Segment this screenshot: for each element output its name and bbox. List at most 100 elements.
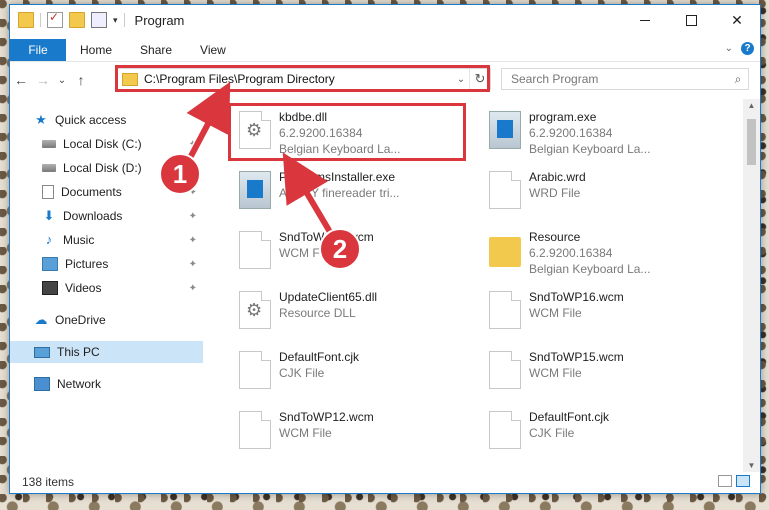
- new-folder-icon[interactable]: [69, 12, 85, 28]
- file-type: WRD File: [529, 186, 581, 200]
- view-properties-icon[interactable]: [91, 12, 107, 28]
- file-type: WCM File: [529, 306, 582, 320]
- window-title: Program: [134, 12, 185, 28]
- expand-ribbon-chevron-icon[interactable]: ⌄: [725, 43, 733, 54]
- status-bar: 138 items: [10, 471, 760, 493]
- file-icon: [489, 291, 521, 329]
- help-icon[interactable]: ?: [741, 42, 754, 55]
- file-type: CJK File: [529, 426, 575, 440]
- drive-icon: [42, 164, 56, 172]
- sidebar-item-pictures[interactable]: Pictures ✦: [10, 253, 203, 275]
- pin-icon: ✦: [188, 282, 197, 294]
- sidebar-item-downloads[interactable]: ⬇ Downloads ✦: [10, 205, 203, 227]
- sidebar-item-label: Pictures: [65, 257, 109, 271]
- sidebar-item-label: Network: [57, 377, 102, 391]
- file-name: SndToWP15.wcm: [529, 350, 624, 364]
- vertical-scrollbar[interactable]: ▲ ▼: [743, 99, 760, 472]
- tab-file[interactable]: File: [10, 39, 66, 61]
- sidebar-item-label: Music: [63, 233, 95, 247]
- forward-button[interactable]: →: [32, 72, 54, 88]
- close-button[interactable]: ✕: [714, 5, 760, 35]
- properties-check-icon[interactable]: [47, 10, 63, 28]
- search-box[interactable]: Search Program ⌕: [501, 68, 749, 90]
- recent-locations-button[interactable]: ⌄: [54, 75, 70, 86]
- kbdbe-dll-highlight: [228, 103, 466, 161]
- step-badge-1: 1: [159, 153, 201, 195]
- step-badge-2: 2: [319, 228, 361, 270]
- ribbon-tabs: File Home Share View ⌄ ?: [10, 39, 760, 62]
- star-icon: ★: [35, 112, 47, 127]
- sidebar-item-videos[interactable]: Videos ✦: [10, 277, 203, 299]
- file-name: program.exe: [529, 110, 597, 124]
- file-name: Resource: [529, 230, 581, 244]
- file-item-resource[interactable]: Resource 6.2.9200.16384 Belgian Keyboard…: [479, 225, 719, 277]
- file-item-sndtowp12-wcm[interactable]: SndToWP12.wcm WCM File: [229, 405, 469, 457]
- videos-icon: [42, 281, 58, 295]
- sidebar-item-label: Downloads: [63, 209, 123, 223]
- pin-icon: ✦: [188, 258, 197, 270]
- sidebar-item-label: Videos: [65, 281, 102, 295]
- close-icon: ✕: [731, 11, 743, 28]
- file-icon: [489, 171, 521, 209]
- file-name: SndToWP12.wcm: [279, 410, 374, 424]
- scrollbar-thumb[interactable]: [747, 119, 756, 165]
- ribbon-right-controls: ⌄ ?: [725, 42, 754, 55]
- pictures-icon: [42, 257, 58, 271]
- minimize-icon: [640, 19, 650, 21]
- sidebar-item-label: Documents: [61, 185, 122, 199]
- downloads-icon: ⬇: [43, 208, 55, 223]
- sidebar-item-this-pc[interactable]: This PC: [10, 341, 203, 363]
- file-description: Resource DLL: [279, 306, 356, 320]
- minimize-button[interactable]: [622, 5, 668, 35]
- onedrive-icon: ☁: [34, 312, 48, 327]
- sidebar-item-music[interactable]: ♪ Music ✦: [10, 229, 203, 251]
- tab-home[interactable]: Home: [66, 39, 126, 61]
- window-controls: ✕: [622, 5, 760, 35]
- file-name: DefaultFont.cjk: [529, 410, 610, 424]
- folder-icon[interactable]: [18, 12, 34, 28]
- tab-view[interactable]: View: [186, 39, 240, 61]
- quick-access-toolbar: ▾: [10, 10, 125, 28]
- file-item-arabic-wrd[interactable]: Arabic.wrd WRD File: [479, 165, 719, 217]
- search-input[interactable]: Search Program: [511, 72, 728, 86]
- file-item-sndtowp15-wcm[interactable]: SndToWP15.wcm WCM File: [479, 345, 719, 397]
- file-icon: [489, 411, 521, 449]
- exe-icon: [239, 171, 271, 209]
- title-bar: ▾ Program ✕: [10, 5, 760, 35]
- file-item-programsinstaller-exe[interactable]: ProgramsInstaller.exe ABBYY finereader t…: [229, 165, 469, 217]
- exe-icon: [489, 111, 521, 149]
- file-item-program-exe[interactable]: program.exe 6.2.9200.16384 Belgian Keybo…: [479, 105, 719, 157]
- file-type: WCM File: [529, 366, 582, 380]
- maximize-icon: [685, 14, 697, 26]
- sidebar-item-network[interactable]: Network: [10, 373, 203, 395]
- large-icons-view-icon[interactable]: [736, 475, 750, 487]
- back-button[interactable]: ←: [10, 72, 32, 88]
- music-icon: ♪: [45, 232, 53, 247]
- address-bar-highlight: [115, 65, 490, 92]
- details-view-icon[interactable]: [718, 475, 732, 487]
- file-icon: [239, 351, 271, 389]
- file-name: SndToWP16.wcm: [529, 290, 624, 304]
- up-button[interactable]: ↑: [70, 72, 92, 88]
- scroll-down-icon[interactable]: ▼: [743, 461, 760, 470]
- item-count: 138 items: [22, 475, 75, 489]
- file-item-updateclient65-dll[interactable]: UpdateClient65.dll Resource DLL: [229, 285, 469, 337]
- file-item-defaultfont-cjk[interactable]: DefaultFont.cjk CJK File: [229, 345, 469, 397]
- sidebar-item-local-disk-c[interactable]: Local Disk (C:) ✦: [10, 133, 203, 155]
- file-item-sndtowp16-wcm[interactable]: SndToWP16.wcm WCM File: [479, 285, 719, 337]
- file-icon: [239, 231, 271, 269]
- customize-toolbar-icon[interactable]: ▾: [113, 15, 118, 26]
- sidebar-item-label: Local Disk (C:): [63, 137, 142, 151]
- sidebar-item-onedrive[interactable]: ☁ OneDrive: [10, 309, 203, 331]
- file-description: Belgian Keyboard La...: [529, 262, 651, 276]
- scroll-up-icon[interactable]: ▲: [743, 101, 760, 110]
- file-item-defaultfont-cjk-2[interactable]: DefaultFont.cjk CJK File: [479, 405, 719, 457]
- tab-share[interactable]: Share: [126, 39, 186, 61]
- file-icon: [489, 351, 521, 389]
- file-version: 6.2.9200.16384: [529, 126, 613, 140]
- file-name: Arabic.wrd: [529, 170, 586, 184]
- maximize-button[interactable]: [668, 5, 714, 35]
- separator: [40, 13, 41, 27]
- sidebar-item-quick-access[interactable]: ★ Quick access: [10, 109, 203, 131]
- separator: [123, 13, 125, 27]
